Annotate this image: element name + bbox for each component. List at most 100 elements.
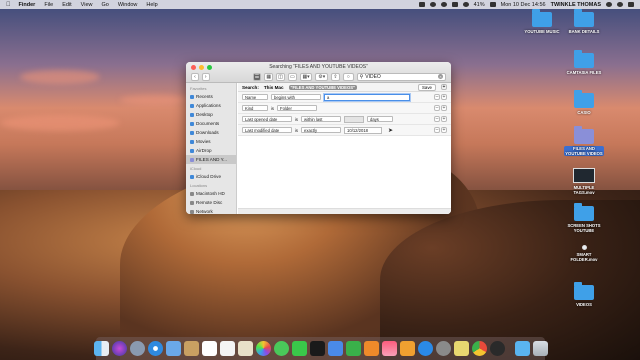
group-button[interactable]: ▦▾ xyxy=(299,72,313,81)
menu-view[interactable]: View xyxy=(81,2,93,8)
remove-rule-button[interactable]: – xyxy=(434,105,440,111)
apple-menu-icon[interactable]:  xyxy=(6,2,11,8)
action-gear-button[interactable]: ⚙▾ xyxy=(315,72,329,81)
remove-rule-button[interactable]: – xyxy=(434,116,440,122)
system-preferences-app-icon[interactable] xyxy=(435,341,451,356)
quicktime-app-icon[interactable] xyxy=(489,341,505,356)
scope-smart-folder[interactable]: "FILES AND YOUTUBE VIDEOS" xyxy=(288,84,357,90)
desktop-item-screen-shots-youtube[interactable]: SCREEN SHOTS YOUTUBE xyxy=(558,203,610,233)
title-bar[interactable]: Searching “FILES AND YOUTUBE VIDEOS” ‹ ›… xyxy=(186,62,451,83)
add-rule-button[interactable]: + xyxy=(441,105,447,111)
sidebar-item-icloud-drive[interactable]: iCloud Drive xyxy=(186,172,236,181)
desktop-item-bank-details[interactable]: BANK DETAILS xyxy=(558,9,610,34)
tag-button[interactable]: ○ xyxy=(342,72,354,81)
menu-file[interactable]: File xyxy=(44,2,53,8)
sidebar-item-macintosh-hd[interactable]: Macintosh HD xyxy=(186,189,236,198)
sidebar-item-applications[interactable]: Applications xyxy=(186,101,236,110)
books-app-icon[interactable] xyxy=(399,341,415,356)
preview-app-icon[interactable] xyxy=(453,341,469,356)
facetime-app-icon[interactable] xyxy=(291,341,307,356)
battery-icon[interactable] xyxy=(489,2,496,7)
menu-clock[interactable]: Mon 10 Dec 14:56 xyxy=(501,2,546,8)
forward-button[interactable]: › xyxy=(201,72,210,81)
keynote-app-icon[interactable] xyxy=(327,341,343,356)
menu-app-name[interactable]: Finder xyxy=(19,2,36,8)
rule-attribute-select[interactable]: Last opened date xyxy=(242,116,292,122)
desktop-item-camtasia-files[interactable]: CAMTASIA FILES xyxy=(558,50,610,75)
desktop-item-videos[interactable]: VIDEOS xyxy=(558,282,610,307)
icon-view-button[interactable]: ☰ xyxy=(252,72,262,81)
rule-attribute-select[interactable]: Kind xyxy=(242,105,268,111)
rule-operator-select[interactable]: exactly xyxy=(301,127,342,133)
search-field[interactable]: ⚲ VIDEO × xyxy=(356,72,447,81)
photos-app-icon[interactable] xyxy=(255,341,271,356)
launchpad-app-icon[interactable] xyxy=(129,341,145,356)
music-app-icon[interactable] xyxy=(381,341,397,356)
search-results-area[interactable] xyxy=(238,137,451,214)
rule-attribute-select[interactable]: Name xyxy=(242,94,268,100)
menu-go[interactable]: Go xyxy=(102,2,109,8)
sidebar-item-network[interactable]: Network xyxy=(186,207,236,214)
add-rule-button[interactable]: + xyxy=(441,127,447,133)
bluetooth-icon[interactable] xyxy=(451,2,458,7)
desktop-item-multiple-tags[interactable]: MULTIPLE TAGS.mov xyxy=(558,168,610,195)
notification-center-icon[interactable] xyxy=(628,2,634,7)
messages-app-icon[interactable] xyxy=(273,341,289,356)
clock-icon[interactable] xyxy=(440,2,447,7)
sidebar-item-files-and-youtube[interactable]: FILES AND Y... xyxy=(186,155,236,164)
safari-app-icon[interactable] xyxy=(147,341,163,356)
save-button[interactable]: Save xyxy=(417,83,436,91)
rule-operator-select[interactable]: within last xyxy=(301,116,342,122)
gallery-view-button[interactable]: ▭ xyxy=(287,72,297,81)
photo-booth-app-icon[interactable] xyxy=(309,341,325,356)
sidebar-item-remote-disc[interactable]: Remote Disc xyxy=(186,198,236,207)
chrome-app-icon[interactable] xyxy=(471,341,487,356)
rule-date-input[interactable]: 10/12/2018 xyxy=(344,126,383,134)
add-rule-button[interactable]: + xyxy=(441,84,447,90)
remove-rule-button[interactable]: – xyxy=(434,94,440,100)
stickies-app-icon[interactable] xyxy=(237,341,253,356)
battery-percent[interactable]: 41% xyxy=(474,2,485,8)
rule-unit-select[interactable]: days xyxy=(367,116,394,122)
menu-window[interactable]: Window xyxy=(118,2,138,8)
rule-value-input[interactable]: a xyxy=(324,93,410,101)
column-view-button[interactable]: ◫ xyxy=(276,72,285,81)
notes-app-icon[interactable] xyxy=(183,341,199,356)
remove-rule-button[interactable]: – xyxy=(434,127,440,133)
clear-search-icon[interactable]: × xyxy=(438,74,444,79)
rule-attribute-select[interactable]: Last modified date xyxy=(242,127,292,133)
numbers-app-icon[interactable] xyxy=(345,341,361,356)
rule-number-input[interactable] xyxy=(344,115,365,123)
desktop-item-smart-folder-mov[interactable]: SMART FOLDER.mov xyxy=(558,245,610,262)
menu-user[interactable]: TWINKLE THOMAS xyxy=(551,2,601,8)
menu-edit[interactable]: Edit xyxy=(62,2,71,8)
pages-app-icon[interactable] xyxy=(363,341,379,356)
sidebar-item-airdrop[interactable]: AirDrop xyxy=(186,146,236,155)
sync-icon[interactable] xyxy=(429,2,436,7)
rule-operator-select[interactable]: begins with xyxy=(271,94,321,100)
menu-help[interactable]: Help xyxy=(146,2,157,8)
siri-icon[interactable] xyxy=(617,2,623,7)
trash-icon[interactable] xyxy=(532,341,548,356)
sidebar-item-desktop[interactable]: Desktop xyxy=(186,110,236,119)
sidebar-item-documents[interactable]: Documents xyxy=(186,119,236,128)
sidebar-item-movies[interactable]: Movies xyxy=(186,137,236,146)
calendar-app-icon[interactable] xyxy=(201,341,217,356)
scope-this-mac[interactable]: This Mac xyxy=(264,85,284,90)
finder-app-icon[interactable] xyxy=(93,341,109,356)
share-button[interactable]: ⇧ xyxy=(331,72,340,81)
add-rule-button[interactable]: + xyxy=(441,116,447,122)
desktop-item-casio[interactable]: CASIO xyxy=(558,90,610,115)
siri-app-icon[interactable] xyxy=(111,341,127,356)
desktop-item-files-and-youtube-videos[interactable]: FILES AND YOUTUBE VIDEOS xyxy=(558,126,610,156)
reminders-app-icon[interactable] xyxy=(219,341,235,356)
list-view-button[interactable]: ▦ xyxy=(264,72,274,81)
appstore-app-icon[interactable] xyxy=(417,341,433,356)
sidebar-item-downloads[interactable]: Downloads xyxy=(186,128,236,137)
status-icon[interactable] xyxy=(418,2,425,7)
spotlight-icon[interactable] xyxy=(606,2,612,7)
back-button[interactable]: ‹ xyxy=(191,72,199,81)
sidebar-item-recents[interactable]: Recents xyxy=(186,92,236,101)
rule-value-select[interactable]: Folder xyxy=(277,105,318,111)
add-rule-button[interactable]: + xyxy=(441,94,447,100)
